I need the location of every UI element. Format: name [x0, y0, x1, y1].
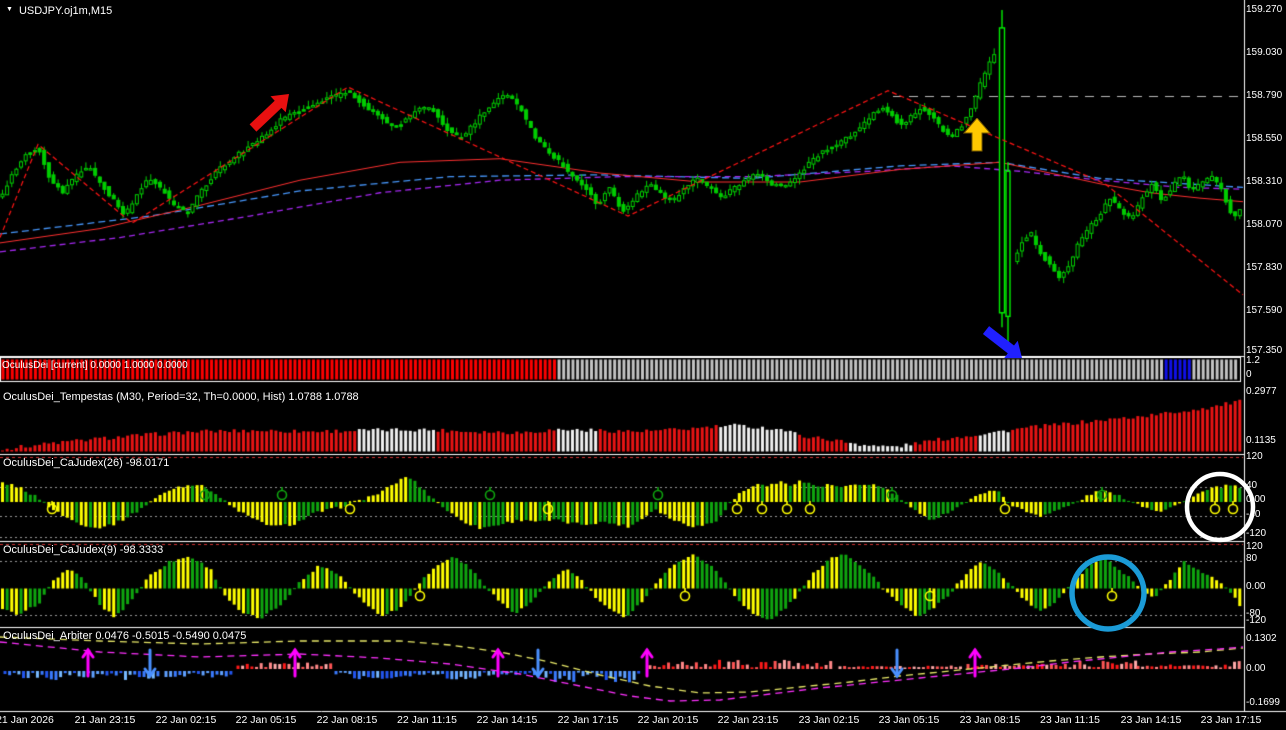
spike-down-arrow-annotation[interactable]: [982, 326, 1024, 362]
indicator-scale-label: 120: [1246, 451, 1263, 462]
time-axis-label: 23 Jan 14:15: [1120, 714, 1182, 726]
time-axis-label: 22 Jan 14:15: [476, 714, 538, 726]
price-axis-label: 158.790: [1246, 90, 1283, 101]
symbol-title: ▼ USDJPY.oj1m,M15: [6, 5, 112, 17]
indicator-scale-label: 0.1302: [1246, 633, 1277, 644]
indicator-label-tempestas: OculusDei_Tempestas (M30, Period=32, Th=…: [3, 391, 359, 403]
time-axis-label: 22 Jan 20:15: [637, 714, 699, 726]
price-axis-label: 157.830: [1246, 262, 1283, 273]
indicator-label-current: OculusDei [current] 0.0000 1.0000 0.0000: [2, 360, 188, 371]
indicator-scale-label: -0.1699: [1246, 697, 1280, 708]
indicator-label-arbiter: OculusDei_Arbiter 0.0476 -0.5015 -0.5490…: [3, 630, 247, 642]
indicator-scale-label: 40: [1246, 480, 1258, 491]
price-axis-label: 159.270: [1246, 4, 1283, 15]
indicator-scale-label: 0.00: [1246, 494, 1266, 505]
indicator-scale-label: 0.00: [1246, 663, 1266, 674]
time-axis-label: 23 Jan 02:15: [798, 714, 860, 726]
time-axis-label: 22 Jan 17:15: [557, 714, 619, 726]
symbol-title-label: USDJPY.oj1m,M15: [18, 5, 113, 17]
time-axis-label: 22 Jan 08:15: [316, 714, 378, 726]
indicator-scale-label: -120: [1246, 528, 1267, 539]
indicator-label-cajudex9: OculusDei_CaJudex(9) -98.3333: [3, 544, 164, 556]
time-axis-label: 21 Jan 23:15: [74, 714, 136, 726]
indicator-scale-label: 1.2: [1246, 355, 1260, 366]
time-axis-label: 22 Jan 23:15: [717, 714, 779, 726]
indicator-label-cajudex26: OculusDei_CaJudex(26) -98.0171: [3, 457, 170, 469]
spike-up-arrow-annotation[interactable]: [962, 118, 992, 152]
time-axis-label: 23 Jan 08:15: [959, 714, 1021, 726]
indicator-scale-label: 80: [1246, 553, 1258, 564]
price-axis-label: 158.070: [1246, 219, 1283, 230]
indicator-scale-label: -40: [1246, 509, 1261, 520]
price-axis-label: 159.030: [1246, 47, 1283, 58]
time-axis-label: 22 Jan 11:15: [397, 714, 457, 726]
time-axis-label: 22 Jan 02:15: [155, 714, 217, 726]
indicator-scale-label: -120: [1246, 615, 1267, 626]
indicator-scale-label: 0.2977: [1246, 386, 1277, 397]
time-axis-label: 23 Jan 11:15: [1040, 714, 1100, 726]
indicator-scale-label: 0.1135: [1246, 435, 1276, 446]
time-axis-label: 22 Jan 05:15: [235, 714, 297, 726]
symbol-dropdown-icon[interactable]: ▼: [6, 4, 13, 16]
price-axis-label: 158.550: [1246, 133, 1283, 144]
trend-up-arrow-annotation[interactable]: [247, 90, 291, 132]
indicator-scale-label: 120: [1246, 541, 1263, 552]
time-axis-label: 23 Jan 05:15: [878, 714, 940, 726]
blue-circle-annotation[interactable]: [1068, 553, 1148, 633]
price-axis-label: 157.590: [1246, 305, 1283, 316]
time-axis-label: 23 Jan 17:15: [1200, 714, 1262, 726]
price-axis-label: 158.310: [1246, 176, 1283, 187]
indicator-scale-label: 0: [1246, 369, 1252, 380]
time-axis-label: 21 Jan 2026: [0, 714, 54, 726]
indicator-scale-label: 0.00: [1246, 581, 1266, 592]
